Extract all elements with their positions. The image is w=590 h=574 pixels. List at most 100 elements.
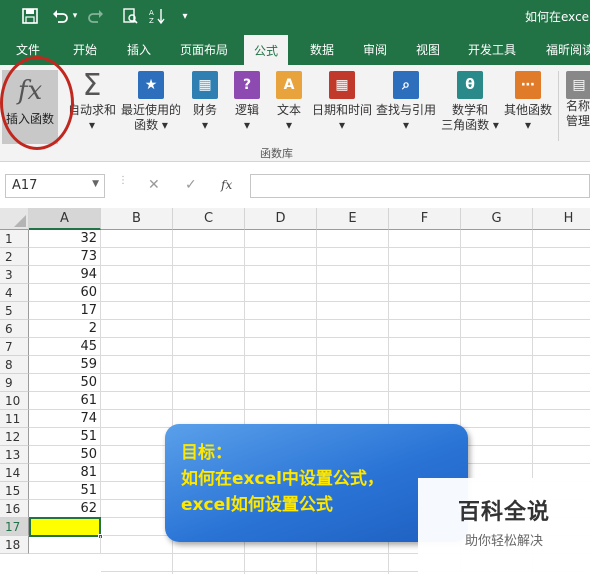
row-header[interactable]: 8 (0, 356, 29, 374)
formula-input[interactable] (250, 174, 590, 198)
tab-insert[interactable]: 插入 (127, 41, 151, 58)
tab-view[interactable]: 视图 (416, 41, 440, 58)
sort-icon[interactable]: AZ (148, 6, 168, 26)
row-header[interactable]: 3 (0, 266, 29, 284)
math-trig-button[interactable]: θ 数学和 三角函数 ▾ (441, 71, 499, 133)
column-header-a[interactable]: A (29, 208, 101, 230)
lookup-button[interactable]: ⌕ 查找与引用 ▾ (376, 71, 436, 133)
recent-label-2: 函数 ▾ (134, 118, 168, 132)
lookup-book-icon: ⌕ (393, 71, 419, 99)
tab-formulas[interactable]: 公式 (244, 35, 289, 65)
column-header-e[interactable]: E (317, 208, 389, 230)
splitter-icon[interactable]: ⋮ (118, 176, 128, 194)
cell-a17-selected[interactable] (29, 517, 101, 537)
undo-icon[interactable] (50, 6, 70, 26)
row-header[interactable]: 1 (0, 230, 29, 248)
enter-icon[interactable]: ✓ (185, 177, 197, 193)
cell-a11[interactable]: 74 (29, 410, 101, 428)
more-functions-button[interactable]: ⋯ 其他函数 ▾ (503, 71, 553, 133)
datetime-dropdown: ▾ (338, 118, 346, 132)
ribbon-formulas: fx 插入函数 Σ 自动求和 ▾ ★ 最近使用的 函数 ▾ ▦ 财务 ▾ ? 逻… (0, 65, 590, 162)
row-header[interactable]: 9 (0, 374, 29, 392)
cancel-icon[interactable]: ✕ (148, 177, 160, 193)
row-header[interactable]: 15 (0, 482, 29, 500)
datetime-label: 日期和时间 (312, 103, 373, 117)
cell-a1[interactable]: 32 (29, 230, 101, 248)
cell-a12[interactable]: 51 (29, 428, 101, 446)
text-label: 文本 (276, 103, 301, 117)
financial-button[interactable]: ▦ 财务 ▾ (190, 71, 220, 133)
customize-qat-icon[interactable]: ▾ (178, 6, 192, 26)
autosum-dropdown: ▾ (88, 118, 96, 132)
cell-a6[interactable]: 2 (29, 320, 101, 338)
row-header[interactable]: 2 (0, 248, 29, 266)
recent-functions-button[interactable]: ★ 最近使用的 函数 ▾ (121, 71, 181, 133)
more-dropdown: ▾ (524, 118, 532, 132)
lookup-label: 查找与引用 (376, 103, 437, 117)
cell-a10[interactable]: 61 (29, 392, 101, 410)
function-library-group-label: 函数库 (260, 147, 293, 160)
row-header[interactable]: 4 (0, 284, 29, 302)
tab-developer[interactable]: 开发工具 (468, 41, 516, 58)
column-header-b[interactable]: B (101, 208, 173, 230)
cell-a15[interactable]: 51 (29, 482, 101, 500)
column-header-c[interactable]: C (173, 208, 245, 230)
logical-button[interactable]: ? 逻辑 ▾ (232, 71, 262, 133)
row-header[interactable]: 6 (0, 320, 29, 338)
title-bar: ▾ AZ ▾ 如何在excel (0, 0, 590, 33)
logical-book-icon: ? (234, 71, 260, 99)
calendar-book-icon: ▦ (329, 71, 355, 99)
tab-foxit[interactable]: 福昕阅读 (546, 41, 590, 58)
column-header-f[interactable]: F (389, 208, 461, 230)
row-header[interactable]: 5 (0, 302, 29, 320)
name-box[interactable]: A17 ▼ (5, 174, 105, 198)
cell-a14[interactable]: 81 (29, 464, 101, 482)
math-label: 数学和 (451, 103, 488, 117)
name-manager-button[interactable]: ▤ 名称 管理 (566, 71, 590, 129)
select-all-corner[interactable] (0, 208, 29, 230)
cell-a7[interactable]: 45 (29, 338, 101, 356)
autosum-button[interactable]: Σ 自动求和 ▾ (68, 70, 116, 133)
column-header-g[interactable]: G (461, 208, 533, 230)
math-label-2: 三角函数 ▾ (441, 118, 499, 132)
row-header[interactable]: 14 (0, 464, 29, 482)
cell-a5[interactable]: 17 (29, 302, 101, 320)
callout-heading: 目标： (181, 443, 232, 463)
row-header[interactable]: 7 (0, 338, 29, 356)
column-header-d[interactable]: D (245, 208, 317, 230)
svg-text:A: A (149, 9, 154, 17)
tab-review[interactable]: 审阅 (363, 41, 387, 58)
cell-a3[interactable]: 94 (29, 266, 101, 284)
cell-a2[interactable]: 73 (29, 248, 101, 266)
text-dropdown: ▾ (285, 118, 293, 132)
cell-a16[interactable]: 62 (29, 500, 101, 518)
row-header[interactable]: 16 (0, 500, 29, 518)
row-header[interactable]: 13 (0, 446, 29, 464)
column-header-h[interactable]: H (533, 208, 590, 230)
tab-home[interactable]: 开始 (73, 41, 97, 58)
redo-icon[interactable] (86, 6, 106, 26)
row-header-selected[interactable]: 17 (0, 518, 29, 536)
tab-data[interactable]: 数据 (310, 41, 334, 58)
name-manager-label: 名称 (566, 99, 590, 113)
undo-dropdown-icon[interactable]: ▾ (70, 6, 80, 26)
text-book-icon: A (276, 71, 302, 99)
row-header[interactable]: 12 (0, 428, 29, 446)
fx-icon[interactable]: fx (221, 178, 232, 192)
chevron-down-icon[interactable]: ▼ (92, 179, 99, 189)
text-button[interactable]: A 文本 ▾ (274, 71, 304, 133)
cell-a18[interactable] (29, 536, 101, 554)
datetime-button[interactable]: ▦ 日期和时间 ▾ (312, 71, 372, 133)
row-header[interactable]: 11 (0, 410, 29, 428)
tab-page-layout[interactable]: 页面布局 (180, 41, 228, 58)
row-header[interactable]: 10 (0, 392, 29, 410)
save-icon[interactable] (20, 6, 40, 26)
svg-text:Z: Z (149, 17, 154, 24)
cell-a8[interactable]: 59 (29, 356, 101, 374)
cell-a13[interactable]: 50 (29, 446, 101, 464)
row-header[interactable]: 18 (0, 536, 29, 554)
cell-a9[interactable]: 50 (29, 374, 101, 392)
cell-a4[interactable]: 60 (29, 284, 101, 302)
print-preview-icon[interactable] (120, 6, 140, 26)
logical-label: 逻辑 (234, 103, 259, 117)
